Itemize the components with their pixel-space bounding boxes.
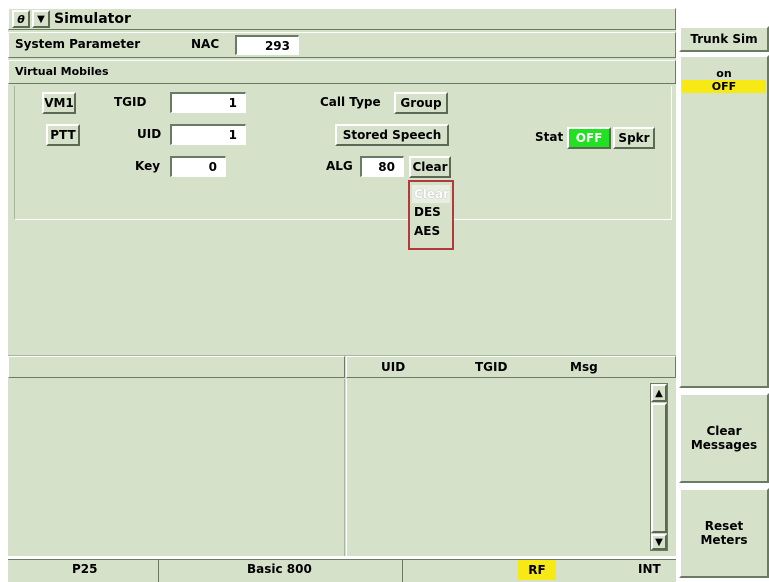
trunk-sim-on: on — [716, 67, 732, 80]
clear-messages-line2: Messages — [690, 438, 758, 452]
status-rf: RF — [518, 560, 556, 580]
message-scrollbar[interactable]: ▲ ▼ — [650, 383, 668, 551]
virtual-mobiles-label: Virtual Mobiles — [15, 65, 109, 78]
left-message-area — [8, 379, 345, 556]
system-parameter-row: System Parameter NAC 293 — [8, 32, 676, 58]
trunk-sim-off: OFF — [682, 80, 766, 93]
call-type-label: Call Type — [320, 95, 381, 109]
uid-field[interactable]: 1 — [170, 124, 246, 145]
alg-option-des[interactable]: DES — [412, 203, 450, 222]
alg-dropdown-list: Clear DES AES — [408, 180, 454, 250]
window-menu-icon[interactable]: ▼ — [32, 10, 50, 28]
alg-label: ALG — [326, 159, 353, 173]
reset-meters-button[interactable]: Reset Meters — [679, 488, 769, 578]
trunk-sim-label: Trunk Sim — [690, 32, 758, 46]
key-field[interactable]: 0 — [170, 156, 226, 177]
reset-meters-line1: Reset — [704, 519, 744, 533]
status-ref: INT — [638, 562, 661, 576]
trunk-sim-key[interactable]: Trunk Sim — [679, 26, 769, 52]
stored-speech-button[interactable]: Stored Speech — [335, 124, 449, 146]
window-icon[interactable]: θ — [12, 10, 30, 28]
key-label: Key — [135, 159, 161, 173]
scroll-up-icon[interactable]: ▲ — [651, 384, 667, 402]
ptt-button[interactable]: PTT — [46, 124, 80, 146]
status-mode: P25 — [72, 562, 98, 576]
tgid-field[interactable]: 1 — [170, 92, 246, 113]
window-title: Simulator — [54, 11, 131, 27]
nac-label: NAC — [191, 37, 220, 51]
status-sep-2 — [402, 559, 403, 582]
alg-option-aes[interactable]: AES — [412, 222, 450, 241]
stat-indicator[interactable]: OFF — [567, 127, 611, 149]
nac-field[interactable]: 293 — [235, 35, 299, 55]
title-bar: θ ▼ Simulator — [8, 8, 676, 30]
column-header-msg: Msg — [570, 360, 598, 374]
clear-messages-line1: Clear — [706, 424, 742, 438]
trunk-sim-toggle[interactable]: on OFF — [679, 55, 769, 388]
call-type-button[interactable]: Group — [394, 92, 448, 114]
scroll-down-icon[interactable]: ▼ — [651, 534, 667, 550]
status-sep-1 — [158, 559, 159, 582]
alg-field[interactable]: 80 — [360, 156, 404, 177]
clear-messages-button[interactable]: Clear Messages — [679, 393, 769, 483]
scroll-thumb[interactable] — [651, 403, 667, 533]
tgid-label: TGID — [114, 95, 147, 109]
alg-dropdown-button[interactable]: Clear — [409, 156, 451, 178]
message-list — [346, 379, 676, 556]
uid-label: UID — [137, 127, 162, 141]
message-table-header: UID TGID Msg — [346, 356, 676, 378]
alg-option-clear[interactable]: Clear — [412, 185, 450, 203]
virtual-mobiles-header: Virtual Mobiles — [8, 60, 676, 84]
status-bar — [8, 559, 676, 582]
stat-label: Stat — [535, 130, 564, 144]
reset-meters-line2: Meters — [700, 533, 748, 547]
column-header-uid: UID — [381, 360, 406, 374]
vm1-button[interactable]: VM1 — [42, 92, 76, 114]
status-band: Basic 800 — [247, 562, 312, 576]
message-table-header-left — [8, 356, 345, 378]
system-parameter-label: System Parameter — [15, 37, 141, 51]
spkr-button[interactable]: Spkr — [613, 127, 655, 149]
column-header-tgid: TGID — [475, 360, 508, 374]
